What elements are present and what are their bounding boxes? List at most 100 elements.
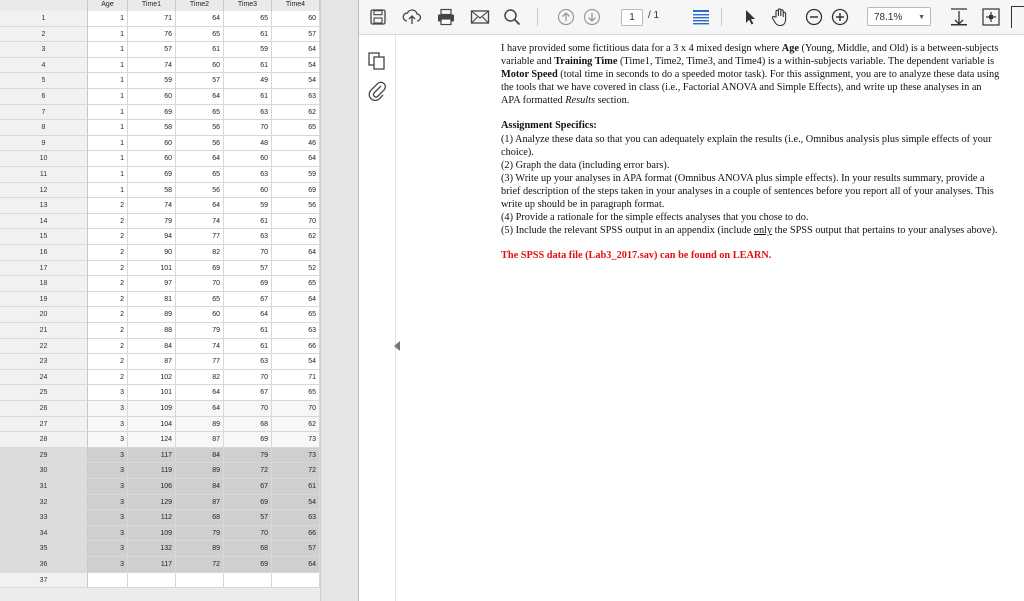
cell-time2[interactable]: 77 (176, 229, 224, 245)
cell-time3[interactable]: 70 (224, 401, 272, 417)
cell-time1[interactable]: 74 (128, 198, 176, 214)
cell-time2[interactable]: 64 (176, 385, 224, 401)
cell-time1[interactable]: 58 (128, 182, 176, 199)
cell-time3[interactable]: 67 (224, 291, 272, 308)
cell-time2[interactable]: 60 (176, 57, 224, 74)
cell-time4[interactable]: 64 (272, 245, 320, 261)
cell-time1[interactable]: 109 (128, 401, 176, 417)
row-number[interactable]: 26 (0, 401, 88, 417)
cell-time2[interactable]: 65 (176, 26, 224, 43)
cell-time4[interactable]: 66 (272, 525, 320, 542)
cell-time1[interactable]: 89 (128, 307, 176, 323)
column-header-age[interactable]: Age (88, 0, 128, 11)
cell-time1[interactable]: 58 (128, 120, 176, 136)
cell-time4[interactable]: 69 (272, 182, 320, 199)
cell-time4[interactable]: 70 (272, 401, 320, 417)
cell-age[interactable]: 2 (88, 291, 128, 308)
cell-time3[interactable]: 59 (224, 42, 272, 58)
cell-time3[interactable]: 67 (224, 385, 272, 401)
row-number[interactable]: 6 (0, 89, 88, 105)
row-number[interactable]: 4 (0, 57, 88, 74)
cell-time4[interactable]: 66 (272, 338, 320, 355)
more-tools-icon[interactable] (979, 5, 1003, 29)
cell-age[interactable]: 1 (88, 135, 128, 152)
fit-icon[interactable] (947, 5, 971, 29)
cell-time3[interactable]: 69 (224, 432, 272, 448)
row-number[interactable]: 18 (0, 276, 88, 292)
cell-time3[interactable]: 61 (224, 57, 272, 74)
cell-time2[interactable]: 79 (176, 525, 224, 542)
collapse-arrow-icon[interactable] (394, 341, 400, 351)
cell-time4[interactable]: 63 (272, 323, 320, 339)
cell-age[interactable]: 1 (88, 42, 128, 58)
cell-time1[interactable]: 97 (128, 276, 176, 292)
cell-time4[interactable]: 64 (272, 151, 320, 167)
cell-time4[interactable]: 54 (272, 354, 320, 370)
cell-time1[interactable]: 104 (128, 416, 176, 433)
cell-age[interactable]: 1 (88, 57, 128, 74)
cell-time3[interactable]: 68 (224, 541, 272, 557)
cell-age[interactable]: 2 (88, 260, 128, 277)
hand-tool-icon[interactable] (769, 5, 791, 29)
corner-cell[interactable] (0, 0, 88, 11)
cell-time3[interactable]: 63 (224, 354, 272, 370)
cell-time2[interactable]: 64 (176, 151, 224, 167)
cell-time4[interactable]: 60 (272, 11, 320, 27)
cell-age[interactable]: 2 (88, 338, 128, 355)
cell-age[interactable]: 1 (88, 104, 128, 121)
cell-time3[interactable]: 69 (224, 494, 272, 511)
cell-age[interactable]: 2 (88, 198, 128, 214)
panel-splitter[interactable] (320, 0, 358, 601)
cell-time3[interactable]: 61 (224, 338, 272, 355)
cell-time4[interactable]: 73 (272, 447, 320, 464)
cell-time2[interactable]: 64 (176, 11, 224, 27)
cell-age[interactable]: 2 (88, 276, 128, 292)
cell-time2[interactable]: 56 (176, 120, 224, 136)
cell-time1[interactable]: 79 (128, 213, 176, 230)
cell-time1[interactable]: 117 (128, 447, 176, 464)
cell-time2[interactable]: 79 (176, 323, 224, 339)
cell-time3[interactable]: 79 (224, 447, 272, 464)
cell-time1[interactable]: 74 (128, 57, 176, 74)
cell-time1[interactable]: 119 (128, 463, 176, 479)
cell-time2[interactable]: 57 (176, 73, 224, 89)
cell-time1[interactable]: 60 (128, 89, 176, 105)
row-number[interactable]: 1 (0, 11, 88, 27)
cell-time3[interactable]: 61 (224, 213, 272, 230)
cell-time1[interactable]: 60 (128, 151, 176, 167)
row-number[interactable]: 25 (0, 385, 88, 401)
cell-time3[interactable]: 67 (224, 479, 272, 495)
cell-time2[interactable]: 87 (176, 432, 224, 448)
cell-age[interactable]: 2 (88, 369, 128, 386)
row-number[interactable]: 2 (0, 26, 88, 43)
row-number[interactable]: 16 (0, 245, 88, 261)
cell-time4[interactable]: 54 (272, 57, 320, 74)
cell-time3[interactable] (224, 572, 272, 589)
row-number[interactable]: 5 (0, 73, 88, 89)
copy-icon[interactable] (367, 51, 387, 76)
cell-age[interactable]: 2 (88, 354, 128, 370)
cell-time2[interactable]: 72 (176, 557, 224, 573)
cell-time3[interactable]: 57 (224, 510, 272, 526)
column-header-time2[interactable]: Time2 (176, 0, 224, 11)
cell-time1[interactable] (128, 572, 176, 589)
cell-time4[interactable]: 62 (272, 416, 320, 433)
row-number[interactable]: 21 (0, 323, 88, 339)
row-number[interactable]: 37 (0, 572, 88, 589)
email-icon[interactable] (469, 5, 491, 29)
cell-time1[interactable]: 102 (128, 369, 176, 386)
row-number[interactable]: 7 (0, 104, 88, 121)
attachment-icon[interactable] (367, 79, 387, 106)
row-number[interactable]: 15 (0, 229, 88, 245)
cell-time4[interactable]: 59 (272, 167, 320, 183)
search-icon[interactable] (501, 5, 523, 29)
cell-time2[interactable]: 69 (176, 260, 224, 277)
cell-time4[interactable]: 56 (272, 198, 320, 214)
prev-page-icon[interactable] (555, 5, 577, 29)
cell-time2[interactable]: 70 (176, 276, 224, 292)
cell-time3[interactable]: 60 (224, 151, 272, 167)
cell-time4[interactable]: 62 (272, 104, 320, 121)
cell-time1[interactable]: 124 (128, 432, 176, 448)
row-number[interactable]: 14 (0, 213, 88, 230)
cell-time1[interactable]: 109 (128, 525, 176, 542)
